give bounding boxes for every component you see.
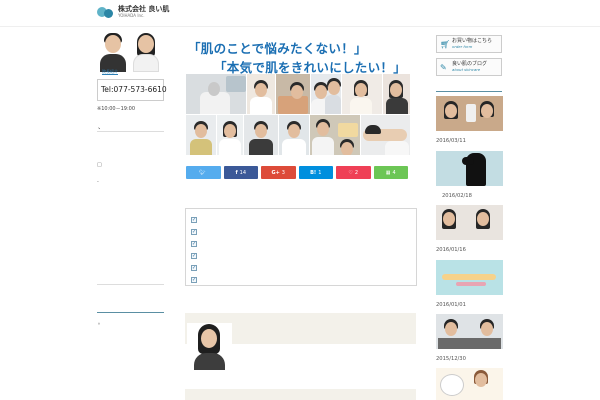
pocket-share-button[interactable]: ♡ 2 xyxy=(336,166,371,179)
google-plus-icon: G+ xyxy=(271,169,280,176)
google-plus-share-button[interactable]: G+ 3 xyxy=(261,166,296,179)
collage-photo xyxy=(361,115,410,155)
photo-collage xyxy=(186,74,410,155)
staff-photo-female[interactable] xyxy=(131,32,161,72)
twitter-icon: 🐦︎ xyxy=(199,169,206,176)
sidebar-divider xyxy=(97,284,164,285)
staff-photo-director[interactable] xyxy=(98,32,128,72)
collage-photo xyxy=(311,74,341,114)
shopping-cart-icon: 🛒︎ xyxy=(440,39,451,49)
sidebar-text-small: - xyxy=(97,179,99,185)
leaf-logo-icon xyxy=(97,6,115,22)
collage-photo xyxy=(276,74,310,114)
content-panel-bottom xyxy=(185,389,416,400)
blog-pen-icon: ✎ xyxy=(440,62,447,72)
profile-photo xyxy=(187,323,232,370)
company-name: 株式会社 良い肌 xyxy=(118,5,170,13)
banner-sublabel: order form xyxy=(452,44,473,50)
blog-post-date: 2016/02/18 xyxy=(442,193,472,199)
checklist-item[interactable]: ✓ xyxy=(191,250,416,262)
checklist-item[interactable]: ✓ xyxy=(191,238,416,250)
collage-photo xyxy=(186,115,216,155)
header-divider xyxy=(0,26,600,27)
collage-photo xyxy=(217,115,243,155)
company-logo[interactable]: 株式会社 良い肌 YOIHADA Inc. xyxy=(97,6,169,22)
blog-post-thumbnail[interactable] xyxy=(436,96,503,131)
social-share-bar: 🐦︎ f 14 G+ 3 B! 1 ♡ 2 ▦ 4 xyxy=(186,166,408,179)
hatena-share-button[interactable]: B! 1 xyxy=(298,166,333,179)
checkbox-icon[interactable]: ✓ xyxy=(191,217,197,223)
blog-post-thumbnail[interactable] xyxy=(436,314,503,349)
facebook-share-button[interactable]: f 14 xyxy=(223,166,258,179)
share-count: 2 xyxy=(354,169,359,176)
blog-post-thumbnail[interactable] xyxy=(436,260,503,295)
checklist-item[interactable]: ✓ xyxy=(191,262,416,274)
checkbox-icon[interactable]: ✓ xyxy=(191,265,197,271)
blog-post-date: 2016/01/01 xyxy=(436,302,466,308)
checkbox-icon[interactable]: ✓ xyxy=(191,253,197,259)
share-count: 3 xyxy=(281,169,285,176)
checklist-item[interactable]: ✓ xyxy=(191,274,416,286)
sidebar-divider-accent xyxy=(97,312,164,313)
blog-post-thumbnail[interactable] xyxy=(436,151,503,186)
collage-photo xyxy=(310,115,360,155)
sidebar-text-small: □ xyxy=(97,162,102,168)
sidebar-heading-mark: 、 xyxy=(98,124,105,131)
collage-photo xyxy=(186,74,246,114)
collage-photo xyxy=(383,74,410,114)
facebook-icon: f xyxy=(235,169,238,176)
collage-photo xyxy=(342,74,382,114)
collage-photo xyxy=(244,115,278,155)
staff-caption-link[interactable]: 院長紹介 xyxy=(102,69,118,75)
blog-post-date: 2016/03/11 xyxy=(436,138,466,144)
sidebar-divider-accent xyxy=(436,91,502,92)
sidebar-divider xyxy=(97,131,164,132)
checkbox-icon[interactable]: ✓ xyxy=(191,241,197,247)
twitter-share-button[interactable]: 🐦︎ xyxy=(186,166,221,179)
headline-line-1: 「肌のことで悩みたくない！」 xyxy=(188,41,367,56)
business-hours: ※10:00－19:00 xyxy=(97,106,136,112)
checklist-item[interactable]: ✓ xyxy=(191,214,416,226)
banner-sublabel: about skincare xyxy=(452,67,481,73)
feedly-share-button[interactable]: ▦ 4 xyxy=(373,166,408,179)
share-count: 14 xyxy=(239,169,247,176)
checkbox-icon[interactable]: ✓ xyxy=(191,277,197,283)
company-name-en: YOIHADA Inc. xyxy=(118,13,145,18)
blog-post-date: 2015/12/30 xyxy=(436,356,466,362)
blog-post-thumbnail[interactable] xyxy=(436,205,503,240)
share-count: 1 xyxy=(318,169,322,176)
order-form-banner[interactable]: 🛒︎ お買い物はこちら order form xyxy=(436,35,502,53)
pocket-icon: ♡ xyxy=(348,169,353,176)
share-count: 4 xyxy=(392,169,396,176)
symptom-checklist: ✓ ✓ ✓ ✓ ✓ ✓ xyxy=(185,208,417,286)
sidebar-text-small: 。 xyxy=(98,320,104,326)
collage-photo xyxy=(279,115,309,155)
checklist-item[interactable]: ✓ xyxy=(191,226,416,238)
blog-banner[interactable]: ✎ 良い肌のブログ about skincare xyxy=(436,58,502,76)
blog-post-date: 2016/01/16 xyxy=(436,247,466,253)
page: 株式会社 良い肌 YOIHADA Inc. 院長紹介 Tel:077-573-6… xyxy=(0,0,600,400)
collage-photo xyxy=(247,74,275,114)
feedly-icon: ▦ xyxy=(385,169,391,176)
phone-number-box[interactable]: Tel:077-573-6610 xyxy=(97,79,167,101)
checkbox-icon[interactable]: ✓ xyxy=(191,229,197,235)
hatena-icon: B! xyxy=(310,169,317,176)
blog-post-thumbnail[interactable] xyxy=(436,368,503,400)
